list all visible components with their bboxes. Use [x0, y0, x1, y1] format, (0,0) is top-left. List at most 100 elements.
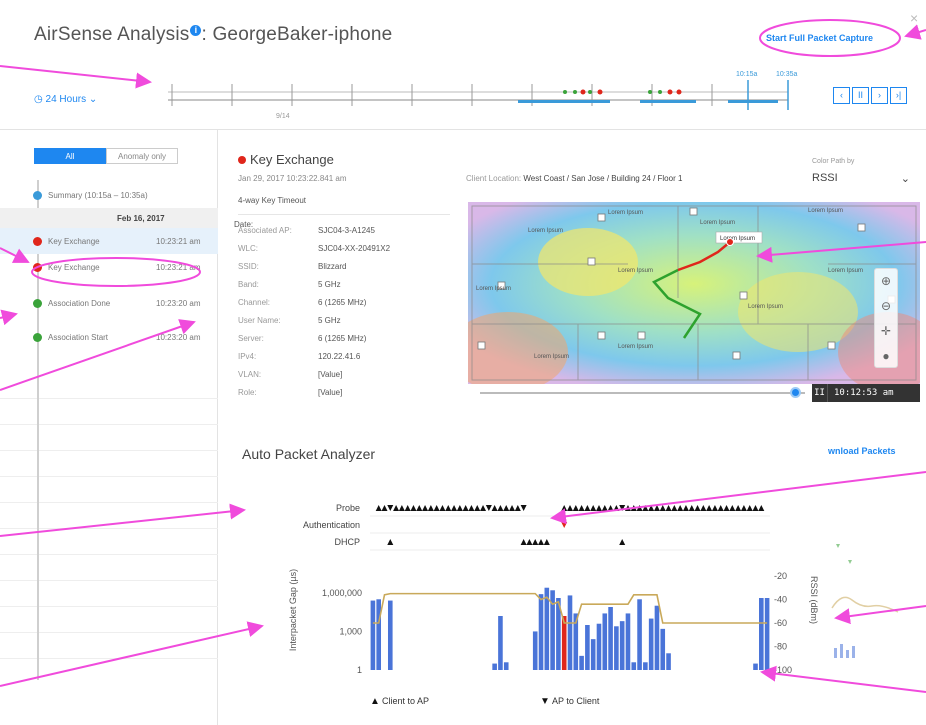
probe-down-marker [485, 505, 492, 511]
timeline-nav: ‹ II › ›| [833, 87, 907, 104]
window-header: AirSense Analysis i: GeorgeBaker-iphone ×… [0, 0, 926, 130]
probe-up-marker [607, 505, 614, 511]
error-dot-icon [33, 263, 42, 272]
row-lines [370, 515, 770, 551]
playback-track[interactable] [480, 392, 805, 394]
event-item-key-exchange[interactable]: Key Exchange 10:23:21 am [0, 254, 218, 280]
probe-up-marker [700, 505, 707, 511]
probe-up-marker [451, 505, 458, 511]
event-item-association-start[interactable]: Association Start 10:23:20 am [0, 324, 218, 350]
y2-axis-label: RSSI (dBm) [809, 576, 819, 624]
probe-up-marker [584, 505, 591, 511]
prev-button[interactable]: ‹ [833, 87, 850, 104]
gap-bar [666, 653, 671, 670]
y-axis-ticks: 1,000,000 1,000 1 [322, 588, 362, 675]
event-label: Association Start [48, 333, 109, 342]
color-path-select[interactable]: RSSI ⌄ [812, 172, 918, 185]
probe-up-marker [509, 505, 516, 511]
zoom-in-icon[interactable]: ⊕ [875, 269, 897, 294]
field-value: [Value] [318, 388, 343, 397]
map-label: Lorem Ipsum [808, 208, 843, 214]
probe-up-marker [375, 505, 382, 511]
gap-bar [619, 621, 625, 670]
event-filter: All Anomaly only [34, 148, 178, 164]
y2-tick-label: -40 [774, 595, 787, 605]
event-item-association-done[interactable]: Association Done 10:23:20 am [0, 290, 218, 316]
y-axis-label: Interpacket Gap (µs) [288, 569, 298, 651]
date-value: Feb 16, 2017 [117, 214, 165, 223]
event-item-key-exchange-selected[interactable]: Key Exchange 10:23:21 am [0, 228, 218, 254]
probe-up-marker [752, 505, 759, 511]
probe-up-marker [480, 505, 487, 511]
probe-up-marker [746, 505, 753, 511]
gap-bar [596, 623, 602, 670]
timeline[interactable]: 10:15a 10:35a 9/14 [0, 0, 926, 130]
error-dot-icon [238, 156, 246, 164]
event-label: Key Exchange [48, 237, 100, 246]
gap-bar [561, 616, 567, 670]
gap-bar [538, 594, 544, 670]
y2-axis-ticks: -20 -40 -60 -80 -100 [774, 571, 792, 675]
probe-up-marker [758, 505, 765, 511]
airsense-window: AirSense Analysis i: GeorgeBaker-iphone ×… [0, 0, 926, 725]
next-button[interactable]: › [871, 87, 888, 104]
timeline-marker-end-label: 10:35a [776, 71, 798, 78]
probe-up-marker [474, 505, 481, 511]
gap-bar [579, 655, 584, 670]
gap-bar [590, 639, 596, 670]
date-header: Date: Feb 16, 2017 [0, 208, 253, 229]
probe-up-marker [717, 505, 724, 511]
download-packets-link[interactable]: wnload Packets [828, 446, 896, 456]
probe-up-marker [578, 505, 585, 511]
detail-panel: Key Exchange Jan 29, 2017 10:23:22.841 a… [218, 130, 926, 725]
y2-tick-label: -60 [774, 618, 787, 628]
field-key: IPv4: [238, 352, 257, 361]
y-tick-label: 1 [357, 665, 362, 675]
field-key: User Name: [238, 316, 281, 325]
probe-up-marker [497, 505, 504, 511]
map-label: Lorem Ipsum [748, 304, 783, 310]
gap-bar [503, 662, 509, 670]
event-time: 10:23:20 am [156, 333, 201, 342]
playback-handle[interactable] [790, 387, 801, 398]
color-path-value: RSSI [812, 172, 838, 184]
map-highlight-label: Lorem Ipsum [720, 236, 755, 242]
pause-button[interactable]: II [852, 87, 869, 104]
probe-up-marker [711, 505, 718, 511]
pause-icon[interactable]: II [812, 384, 828, 402]
filter-anomaly-tab[interactable]: Anomaly only [106, 148, 178, 164]
map-label: Lorem Ipsum [534, 354, 569, 360]
packet-analyzer-chart[interactable]: ProbeAuthenticationDHCP 1,000,0001,0001 … [278, 488, 844, 718]
end-button[interactable]: ›| [890, 87, 907, 104]
gap-bars [370, 587, 770, 670]
info-dot-icon[interactable]: ● [875, 344, 897, 369]
probe-up-marker [729, 505, 736, 511]
map-label: Lorem Ipsum [476, 286, 511, 292]
field-value: 6 (1265 MHz) [318, 334, 367, 343]
gap-bar [637, 599, 642, 670]
probe-up-marker [427, 505, 434, 511]
zoom-out-icon[interactable]: ⊖ [875, 294, 897, 319]
recenter-icon[interactable]: ✛ [875, 319, 897, 344]
row-label: DHCP [334, 537, 360, 547]
summary-item[interactable]: Summary (10:15a – 10:35a) [0, 182, 218, 208]
gap-bar [498, 616, 503, 670]
probe-up-marker [514, 505, 521, 511]
event-time: 10:23:21 am [156, 263, 201, 272]
dhcp-up-marker [543, 539, 550, 545]
summary-dot-icon [33, 191, 42, 200]
filter-all-tab[interactable]: All [34, 148, 106, 164]
timeline-activity-bar-2 [640, 100, 696, 103]
gap-bar [764, 598, 770, 670]
probe-up-marker [694, 505, 701, 511]
gap-bar [608, 607, 613, 670]
map-label: Lorem Ipsum [618, 268, 653, 274]
gap-bar [660, 628, 666, 670]
floor-map[interactable]: Lorem Ipsum Lorem Ipsum Lorem Ipsum Lore… [468, 202, 920, 384]
field-key: VLAN: [238, 370, 262, 379]
field-key: Associated AP: [238, 226, 292, 235]
probe-up-marker [491, 505, 498, 511]
field-value: SJC04-XX-20491X2 [318, 244, 391, 253]
gap-bar [759, 598, 764, 670]
probe-up-marker [561, 505, 568, 511]
